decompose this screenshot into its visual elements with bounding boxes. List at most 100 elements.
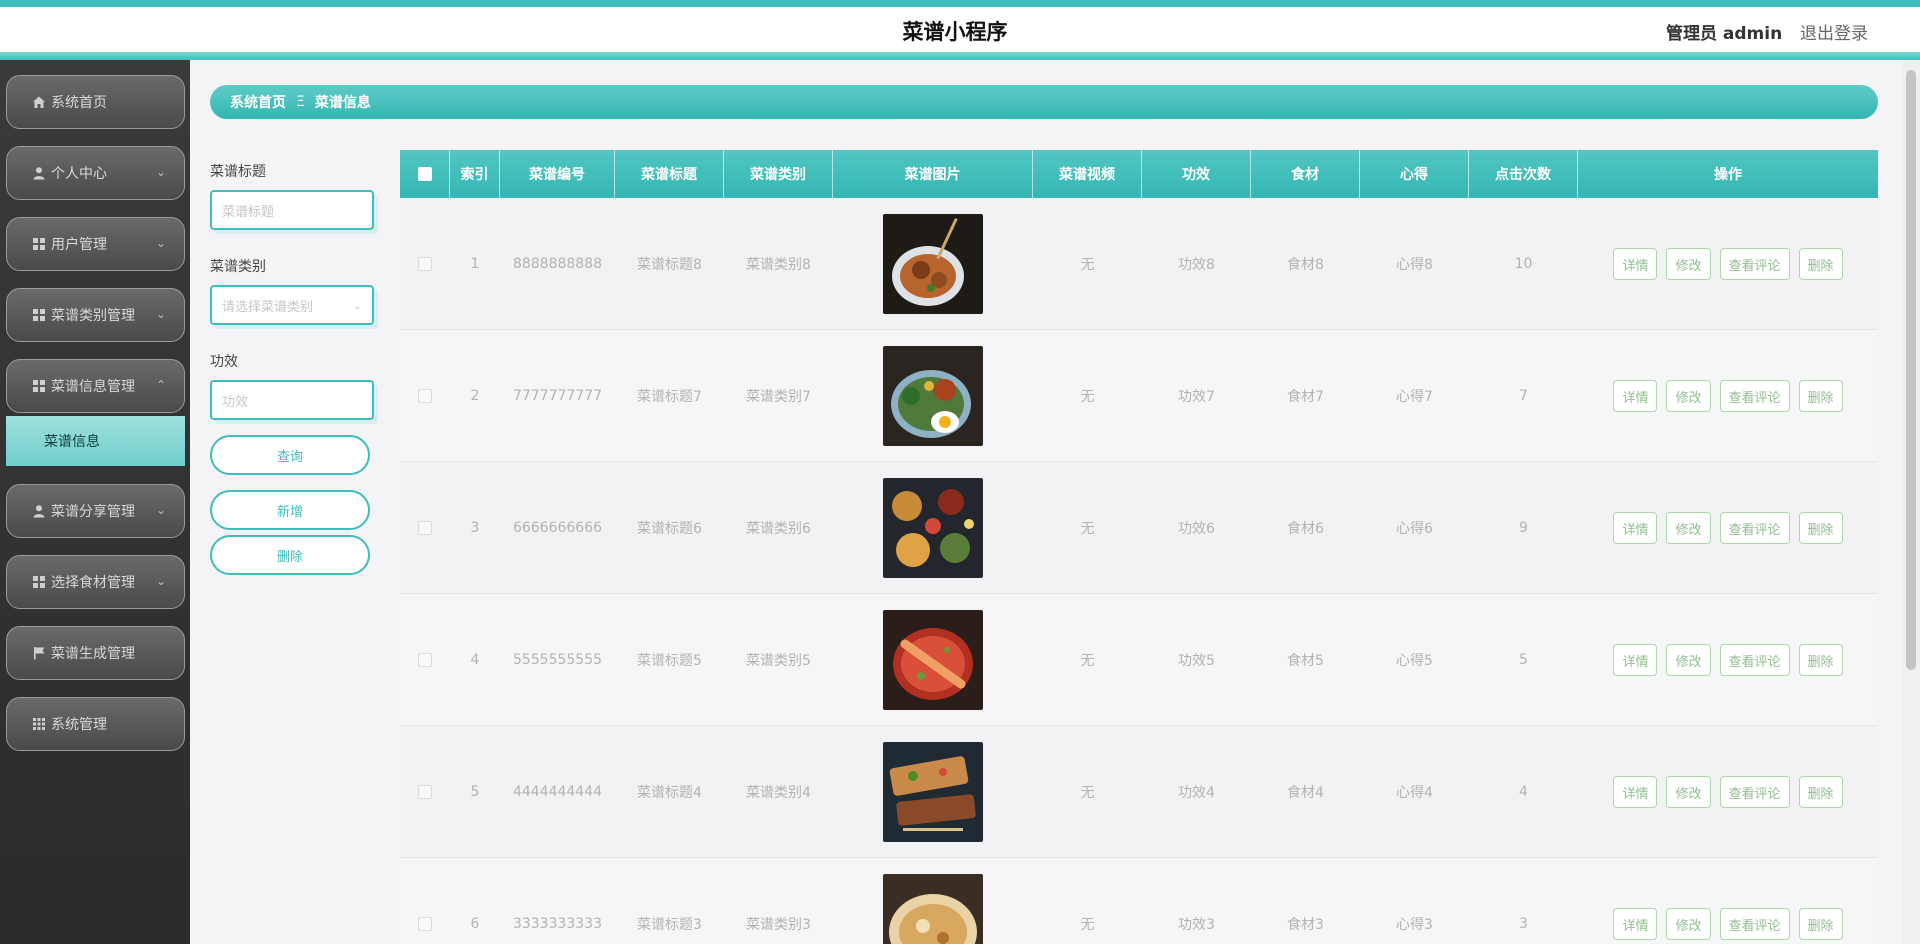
cell-index: 2 <box>470 388 480 404</box>
delete-button[interactable]: 删除 <box>1798 380 1843 412</box>
cell-index: 6 <box>470 916 480 932</box>
delete-button[interactable]: 删除 <box>1798 908 1843 940</box>
breadcrumb: 系统首页 Ξ 菜谱信息 <box>210 85 1878 119</box>
column-header: 菜谱视频 <box>1033 150 1142 198</box>
cell-category: 菜谱类别5 <box>746 653 811 669</box>
cell-effect: 功效5 <box>1178 653 1215 669</box>
sidebar-item-label: 用户管理 <box>51 237 107 253</box>
cell-category: 菜谱类别3 <box>746 917 811 933</box>
sidebar-item-label: 菜谱生成管理 <box>51 646 135 662</box>
cell-image <box>833 198 1033 330</box>
detail-button[interactable]: 详情 <box>1613 908 1658 940</box>
recipe-thumbnail[interactable] <box>883 742 983 842</box>
row-checkbox[interactable] <box>400 462 450 594</box>
cell-code: 8888888888 <box>512 256 603 272</box>
edit-button[interactable]: 修改 <box>1666 380 1711 412</box>
chevron-down-icon: ⌄ <box>155 236 166 250</box>
sidebar-item-recipe-info-management[interactable]: 菜谱信息管理 ⌃ <box>6 359 185 413</box>
cell-note: 心得5 <box>1396 653 1433 669</box>
effect-search-input[interactable]: 功效 <box>210 380 374 420</box>
add-button[interactable]: 新增 <box>210 490 370 530</box>
cell-actions: 详情 修改 查看评论 删除 <box>1578 594 1878 726</box>
delete-button[interactable]: 删除 <box>1798 776 1843 808</box>
cell-note: 心得7 <box>1396 389 1433 405</box>
recipe-thumbnail[interactable] <box>883 478 983 578</box>
cell-ingredient: 食材4 <box>1287 785 1324 801</box>
grid-icon <box>31 307 47 323</box>
cell-category: 菜谱类别4 <box>746 785 811 801</box>
cell-title: 菜谱标题7 <box>637 389 702 405</box>
row-checkbox[interactable] <box>400 198 450 330</box>
select-all-checkbox[interactable] <box>400 150 450 198</box>
delete-button[interactable]: 删除 <box>1798 512 1843 544</box>
detail-button[interactable]: 详情 <box>1613 776 1658 808</box>
sidebar-item-ingredient-management[interactable]: 选择食材管理 ⌄ <box>6 555 185 609</box>
cell-effect: 功效3 <box>1178 917 1215 933</box>
sidebar-subitem-recipe-info[interactable]: 菜谱信息 <box>6 416 185 466</box>
page-scrollbar[interactable] <box>1902 60 1920 944</box>
edit-button[interactable]: 修改 <box>1666 644 1711 676</box>
view-comments-button[interactable]: 查看评论 <box>1719 776 1790 808</box>
sidebar-item-category-management[interactable]: 菜谱类别管理 ⌄ <box>6 288 185 342</box>
column-header: 菜谱标题 <box>615 150 724 198</box>
sidebar-item-recipe-generation-management[interactable]: 菜谱生成管理 <box>6 626 185 680</box>
detail-button[interactable]: 详情 <box>1613 512 1658 544</box>
breadcrumb-home[interactable]: 系统首页 <box>230 92 286 112</box>
cell-category: 菜谱类别6 <box>746 521 811 537</box>
title-search-input[interactable]: 菜谱标题 <box>210 190 374 230</box>
cell-note: 心得6 <box>1396 521 1433 537</box>
category-select[interactable]: 请选择菜谱类别 ⌄ <box>210 285 374 325</box>
view-comments-button[interactable]: 查看评论 <box>1719 380 1790 412</box>
cell-index: 1 <box>470 256 480 272</box>
edit-button[interactable]: 修改 <box>1666 512 1711 544</box>
cell-code: 7777777777 <box>512 388 603 404</box>
cell-category: 菜谱类别7 <box>746 389 811 405</box>
cell-actions: 详情 修改 查看评论 删除 <box>1578 198 1878 330</box>
cell-code: 5555555555 <box>512 652 603 668</box>
edit-button[interactable]: 修改 <box>1666 776 1711 808</box>
recipe-thumbnail[interactable] <box>883 874 983 944</box>
row-checkbox[interactable] <box>400 330 450 462</box>
sidebar-item-user-management[interactable]: 用户管理 ⌄ <box>6 217 185 271</box>
detail-button[interactable]: 详情 <box>1613 248 1658 280</box>
cell-effect: 功效7 <box>1178 389 1215 405</box>
cell-video: 无 <box>1080 257 1095 273</box>
checkbox-icon <box>418 521 432 535</box>
detail-button[interactable]: 详情 <box>1613 644 1658 676</box>
detail-button[interactable]: 详情 <box>1613 380 1658 412</box>
cell-effect: 功效4 <box>1178 785 1215 801</box>
view-comments-button[interactable]: 查看评论 <box>1719 908 1790 940</box>
view-comments-button[interactable]: 查看评论 <box>1719 512 1790 544</box>
recipe-thumbnail[interactable] <box>883 346 983 446</box>
batch-delete-button[interactable]: 删除 <box>210 535 370 575</box>
row-checkbox[interactable] <box>400 726 450 858</box>
delete-button[interactable]: 删除 <box>1798 644 1843 676</box>
cell-ingredient: 食材8 <box>1287 257 1324 273</box>
view-comments-button[interactable]: 查看评论 <box>1719 644 1790 676</box>
logout-link[interactable]: 退出登录 <box>1800 19 1868 44</box>
row-checkbox[interactable] <box>400 858 450 944</box>
column-header: 食材 <box>1251 150 1360 198</box>
header-bottom-stripe <box>0 52 1920 60</box>
edit-button[interactable]: 修改 <box>1666 248 1711 280</box>
sidebar-item-home[interactable]: 系统首页 <box>6 75 185 129</box>
sidebar-item-system-management[interactable]: 系统管理 <box>6 697 185 751</box>
row-checkbox[interactable] <box>400 594 450 726</box>
edit-button[interactable]: 修改 <box>1666 908 1711 940</box>
cell-actions: 详情 修改 查看评论 删除 <box>1578 462 1878 594</box>
sidebar-item-personal-center[interactable]: 个人中心 ⌄ <box>6 146 185 200</box>
table-row: 5 4444444444 菜谱标题4 菜谱类别4 无 功效4 食材4 心得4 4… <box>400 726 1878 858</box>
title-field-label: 菜谱标题 <box>210 164 266 180</box>
scrollbar-thumb[interactable] <box>1906 70 1916 670</box>
recipe-thumbnail[interactable] <box>883 214 983 314</box>
query-button[interactable]: 查询 <box>210 435 370 475</box>
column-header: 索引 <box>450 150 500 198</box>
category-select-placeholder: 请选择菜谱类别 <box>222 299 314 315</box>
cell-clicks: 4 <box>1519 784 1528 800</box>
table-row: 2 7777777777 菜谱标题7 菜谱类别7 无 功效7 食材7 心得7 7… <box>400 330 1878 462</box>
sidebar-item-recipe-share-management[interactable]: 菜谱分享管理 ⌄ <box>6 484 185 538</box>
delete-button[interactable]: 删除 <box>1798 248 1843 280</box>
grid-icon <box>31 378 47 394</box>
view-comments-button[interactable]: 查看评论 <box>1719 248 1790 280</box>
recipe-thumbnail[interactable] <box>883 610 983 710</box>
